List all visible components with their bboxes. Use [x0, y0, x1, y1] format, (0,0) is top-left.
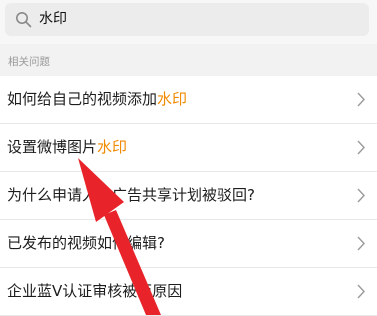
chevron-right-icon — [357, 284, 365, 299]
question-label: 如何给自己的视频添加水印 — [7, 76, 187, 123]
question-row[interactable]: 企业蓝V认证审核被拒原因 — [0, 268, 377, 316]
question-label: 为什么申请入驻广告共享计划被驳回? — [7, 172, 255, 219]
question-text: 如何给自己的视频添加 — [7, 90, 158, 108]
question-text: 设置微博图片 — [7, 138, 98, 156]
question-list: 如何给自己的视频添加水印 设置微博图片水印 为什么申请入驻广告共享计划被驳回? … — [0, 76, 377, 316]
question-row[interactable]: 如何给自己的视频添加水印 — [0, 76, 377, 124]
search-box[interactable] — [5, 3, 369, 36]
question-row[interactable]: 设置微博图片水印 — [0, 124, 377, 172]
question-row[interactable]: 为什么申请入驻广告共享计划被驳回? — [0, 172, 377, 220]
section-header: 相关问题 — [0, 44, 377, 76]
question-label: 设置微博图片水印 — [7, 124, 127, 171]
question-highlight: 水印 — [97, 138, 128, 156]
chevron-right-icon — [357, 236, 365, 251]
question-label: 企业蓝V认证审核被拒原因 — [7, 268, 182, 315]
section-title: 相关问题 — [8, 56, 50, 68]
search-icon — [16, 12, 32, 28]
question-text: 为什么申请入驻广告共享计划被驳回? — [7, 186, 255, 204]
question-text: 企业蓝V认证审核被拒原因 — [7, 282, 183, 300]
question-label: 已发布的视频如何编辑? — [7, 220, 165, 267]
question-highlight: 水印 — [157, 90, 188, 108]
chevron-right-icon — [357, 140, 365, 155]
question-row[interactable]: 已发布的视频如何编辑? — [0, 220, 377, 268]
chevron-right-icon — [357, 92, 365, 107]
search-input[interactable] — [39, 3, 359, 36]
chevron-right-icon — [357, 188, 365, 203]
search-bar — [0, 0, 377, 44]
question-text: 已发布的视频如何编辑? — [7, 234, 165, 252]
